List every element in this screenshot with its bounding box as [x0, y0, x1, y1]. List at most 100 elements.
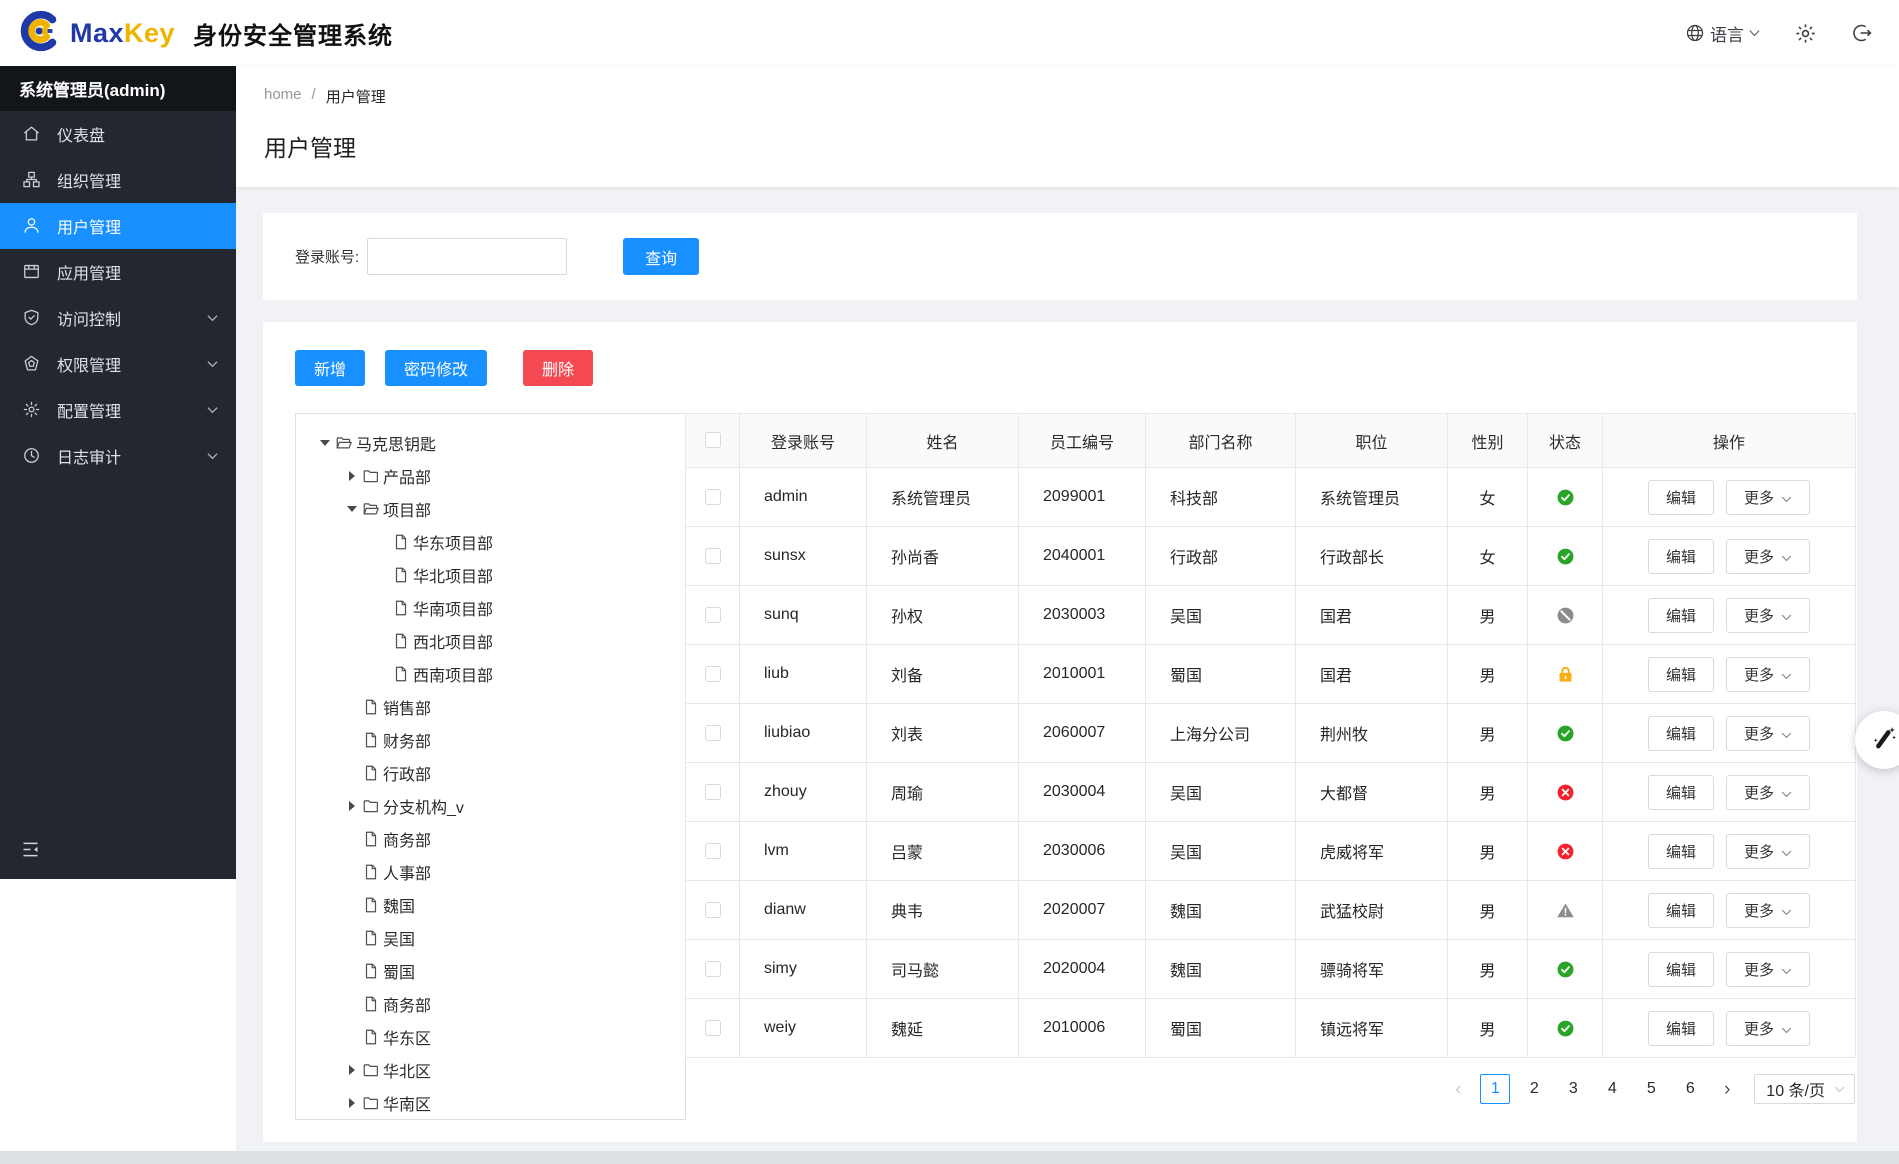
- caret-right-icon[interactable]: [342, 1097, 362, 1108]
- edit-button[interactable]: 编辑: [1647, 479, 1714, 515]
- page-number[interactable]: 4: [1597, 1074, 1627, 1104]
- tree-node[interactable]: 华南项目部: [372, 591, 685, 624]
- tree-node[interactable]: 华北区: [342, 1053, 685, 1086]
- row-checkbox[interactable]: [704, 783, 721, 800]
- cell-gender: 男: [1447, 585, 1528, 645]
- menu-collapse-icon[interactable]: [20, 839, 41, 865]
- more-button[interactable]: 更多: [1726, 656, 1811, 692]
- login-account-input[interactable]: [367, 238, 568, 275]
- brand: MaxKey 身份安全管理系统: [16, 8, 393, 59]
- more-button[interactable]: 更多: [1726, 538, 1811, 574]
- cell-employee-no: 2020007: [1018, 880, 1146, 940]
- tree-node[interactable]: 销售部: [342, 690, 685, 723]
- tree-node[interactable]: 魏国: [342, 888, 685, 921]
- sidebar-item-audit-log[interactable]: 日志审计: [0, 433, 236, 479]
- cell-employee-no: 2040001: [1018, 526, 1146, 586]
- settings-gear-icon[interactable]: [1794, 22, 1817, 45]
- file-icon: [362, 929, 380, 947]
- edit-button[interactable]: 编辑: [1647, 951, 1714, 987]
- more-button[interactable]: 更多: [1726, 892, 1811, 928]
- more-button[interactable]: 更多: [1726, 833, 1811, 869]
- tree-node[interactable]: 行政部: [342, 756, 685, 789]
- next-page-icon[interactable]: ›: [1714, 1080, 1740, 1099]
- tree-node[interactable]: 产品部: [342, 459, 685, 492]
- change-password-button[interactable]: 密码修改: [385, 350, 488, 386]
- row-checkbox[interactable]: [704, 842, 721, 859]
- row-select-cell: [685, 998, 740, 1058]
- tree-node[interactable]: 华南区: [342, 1086, 685, 1119]
- page-number[interactable]: 3: [1558, 1074, 1588, 1104]
- row-checkbox[interactable]: [704, 488, 721, 505]
- tree-node[interactable]: 蜀国: [342, 954, 685, 987]
- tree-node[interactable]: 华东区: [342, 1020, 685, 1053]
- row-checkbox[interactable]: [704, 547, 721, 564]
- sidebar-item-org[interactable]: 组织管理: [0, 157, 236, 203]
- edit-button[interactable]: 编辑: [1647, 538, 1714, 574]
- edit-button[interactable]: 编辑: [1647, 1010, 1714, 1046]
- edit-button[interactable]: 编辑: [1647, 774, 1714, 810]
- sidebar-item-access-control[interactable]: 访问控制: [0, 295, 236, 341]
- add-button[interactable]: 新增: [295, 350, 366, 386]
- cell-account: sunsx: [739, 526, 867, 586]
- row-checkbox[interactable]: [704, 606, 721, 623]
- prev-page-icon[interactable]: ‹: [1445, 1080, 1471, 1099]
- folder-closed-icon: [362, 1061, 380, 1079]
- breadcrumb-home[interactable]: home: [264, 86, 302, 107]
- edit-button[interactable]: 编辑: [1647, 597, 1714, 633]
- edit-button[interactable]: 编辑: [1647, 715, 1714, 751]
- sidebar-item-user[interactable]: 用户管理: [0, 203, 236, 249]
- logout-icon[interactable]: [1851, 22, 1873, 44]
- more-button[interactable]: 更多: [1726, 1010, 1811, 1046]
- sidebar-item-config[interactable]: 配置管理: [0, 387, 236, 433]
- row-checkbox[interactable]: [704, 1019, 721, 1036]
- page-number[interactable]: 1: [1480, 1074, 1511, 1104]
- sidebar-item-label: 用户管理: [57, 220, 122, 237]
- tree-node[interactable]: 商务部: [342, 822, 685, 855]
- more-button[interactable]: 更多: [1726, 479, 1811, 515]
- row-checkbox[interactable]: [704, 724, 721, 741]
- sidebar-item-dashboard[interactable]: 仪表盘: [0, 111, 236, 157]
- cell-status: [1527, 585, 1603, 645]
- sidebar-item-app[interactable]: 应用管理: [0, 249, 236, 295]
- tree-node[interactable]: 分支机构_v: [342, 789, 685, 822]
- caret-right-icon[interactable]: [342, 1064, 362, 1075]
- select-all-checkbox[interactable]: [704, 432, 721, 449]
- cell-actions: 编辑 更多: [1602, 703, 1856, 763]
- tree-node[interactable]: 马克思钥匙: [315, 426, 685, 459]
- tree-node[interactable]: 商务部: [342, 987, 685, 1020]
- more-button[interactable]: 更多: [1726, 597, 1811, 633]
- edit-button[interactable]: 编辑: [1647, 892, 1714, 928]
- row-checkbox[interactable]: [704, 901, 721, 918]
- more-button[interactable]: 更多: [1726, 715, 1811, 751]
- tree-node[interactable]: 西南项目部: [372, 657, 685, 690]
- more-button[interactable]: 更多: [1726, 774, 1811, 810]
- more-button[interactable]: 更多: [1726, 951, 1811, 987]
- row-checkbox[interactable]: [704, 960, 721, 977]
- row-checkbox[interactable]: [704, 665, 721, 682]
- table-row: liub 刘备 2010001 蜀国 国君男 编辑 更多: [685, 644, 1856, 704]
- tree-node[interactable]: 项目部: [342, 492, 685, 525]
- edit-button[interactable]: 编辑: [1647, 656, 1714, 692]
- page-number[interactable]: 5: [1636, 1074, 1666, 1104]
- caret-down-icon[interactable]: [315, 439, 335, 446]
- sidebar-item-permission[interactable]: 权限管理: [0, 341, 236, 387]
- query-button[interactable]: 查询: [623, 238, 700, 275]
- tree-node[interactable]: 吴国: [342, 921, 685, 954]
- caret-right-icon[interactable]: [342, 800, 362, 811]
- language-switcher[interactable]: 语言: [1685, 21, 1760, 46]
- cell-account: lvm: [739, 821, 867, 881]
- caret-right-icon[interactable]: [342, 470, 362, 481]
- file-icon: [392, 665, 410, 683]
- delete-button[interactable]: 删除: [523, 350, 594, 386]
- page-number[interactable]: 6: [1675, 1074, 1705, 1104]
- tree-node[interactable]: 西北项目部: [372, 624, 685, 657]
- page-size-select[interactable]: 10 条/页: [1754, 1074, 1855, 1104]
- tree-node[interactable]: 华东项目部: [372, 525, 685, 558]
- caret-down-icon[interactable]: [342, 505, 362, 512]
- tree-node[interactable]: 华北项目部: [372, 558, 685, 591]
- tree-node[interactable]: 人事部: [342, 855, 685, 888]
- tree-node[interactable]: 财务部: [342, 723, 685, 756]
- file-icon: [362, 731, 380, 749]
- edit-button[interactable]: 编辑: [1647, 833, 1714, 869]
- page-number[interactable]: 2: [1519, 1074, 1549, 1104]
